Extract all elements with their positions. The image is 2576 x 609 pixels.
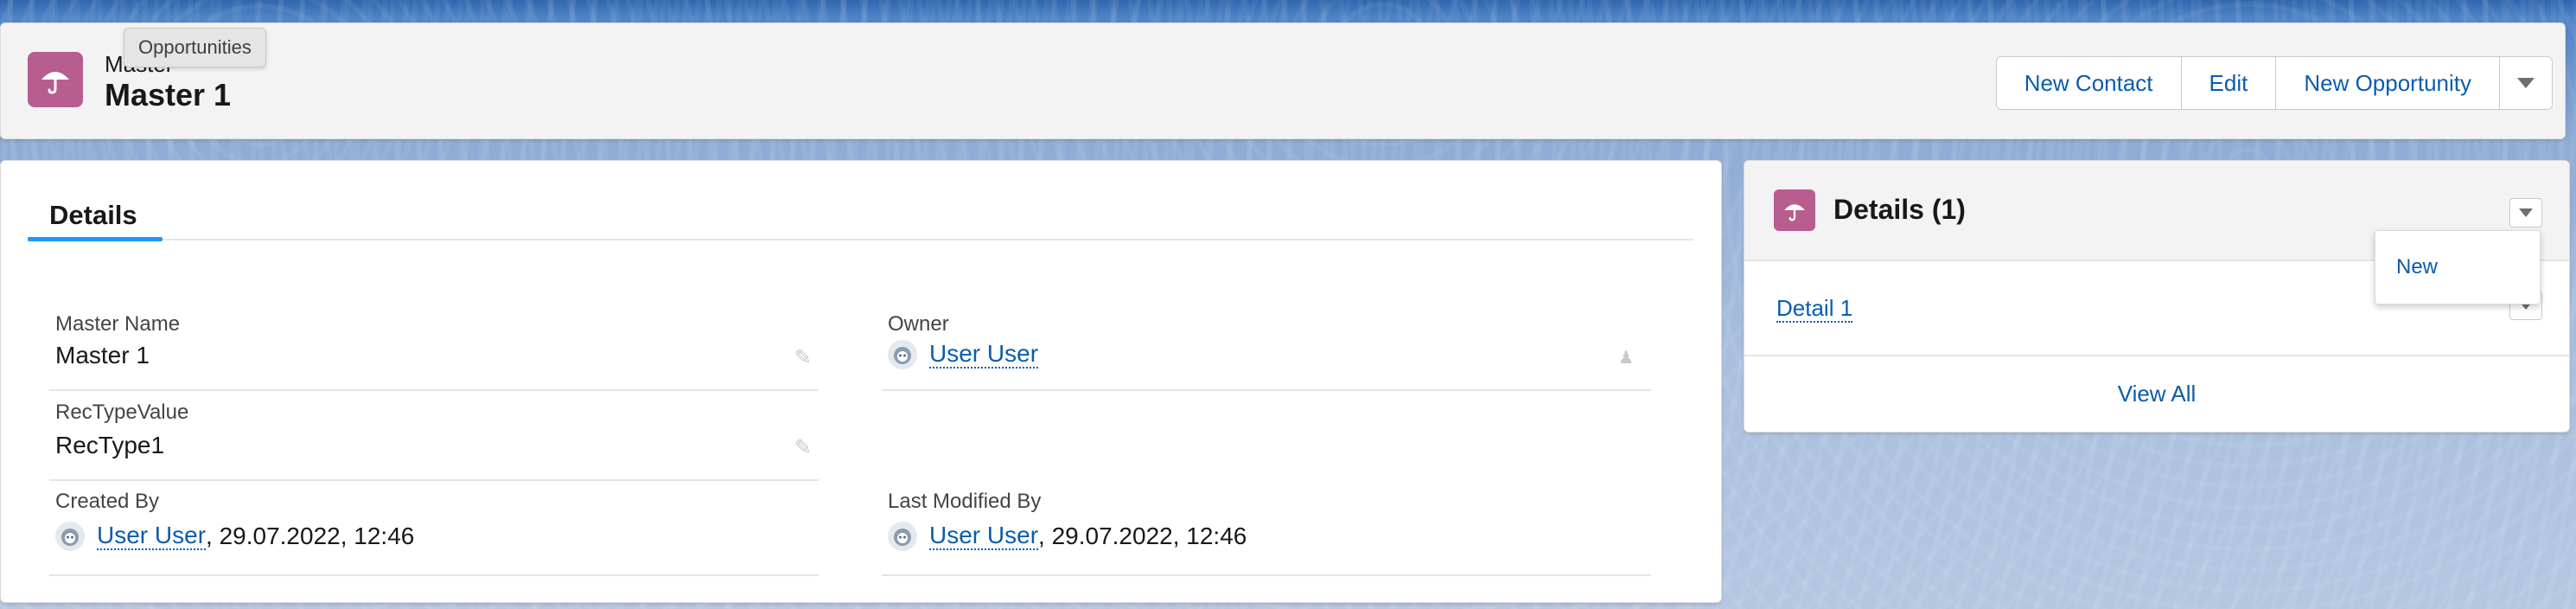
field-value: User User , 29.07.2022, 12:46 [888,522,1247,551]
tooltip: Opportunities [124,28,266,67]
tab-bar: Details [28,200,1693,241]
field-divider [49,389,819,391]
related-record-label[interactable]: Detail 1 [1776,295,1853,323]
field-divider [882,389,1651,391]
last-modified-user-link[interactable]: User User [929,522,1039,551]
user-avatar-icon [888,522,917,551]
edit-button[interactable]: Edit [2180,56,2277,110]
field-label: Owner [888,312,949,336]
field-label: Created By [55,490,160,513]
field-value: Master 1 [55,342,150,369]
active-tab-indicator [28,237,163,241]
related-record-link[interactable]: Detail 1 [1776,295,1853,323]
field-owner: Owner User User ♟ [859,302,1651,392]
pencil-icon[interactable]: ✎ [794,345,812,370]
field-divider [49,479,819,481]
action-button-group: New Contact Edit New Opportunity [1995,56,2553,110]
page-title: Master 1 [105,77,232,112]
new-opportunity-button[interactable]: New Opportunity [2275,56,2500,110]
umbrella-icon [1774,189,1815,231]
field-divider [49,574,819,576]
last-modified-date: , 29.07.2022, 12:46 [1038,522,1247,549]
field-value: User User [888,340,1039,369]
view-all-link[interactable]: View All [1744,381,2569,407]
related-list-menu-button[interactable] [2509,198,2542,228]
pencil-icon[interactable]: ✎ [794,435,812,460]
field-master-name: Master Name Master 1 ✎ [27,302,819,392]
field-rec-type: RecTypeValue RecType1 ✎ [27,392,819,482]
field-divider [882,574,1651,576]
related-list-dropdown: New [2375,230,2541,304]
field-label: RecTypeValue [55,401,189,424]
record-header: Master Master 1 New Contact Edit New Opp… [0,22,2566,139]
umbrella-icon [28,52,83,107]
related-list-title[interactable]: Details (1) [1833,194,1966,226]
user-avatar-icon [55,522,85,551]
field-label: Last Modified By [888,490,1042,513]
field-created-by: Created By User User , 29.07.2022, 12:46 [27,482,819,577]
change-owner-icon[interactable]: ♟ [1618,347,1634,369]
user-avatar-icon [888,340,917,369]
details-card: Details Master Name Master 1 ✎ Owner Use… [0,160,1722,603]
created-by-user-link[interactable]: User User [97,522,207,551]
chevron-down-icon [2517,78,2535,88]
field-label: Master Name [55,312,181,336]
field-value: RecType1 [55,432,165,458]
owner-link[interactable]: User User [929,340,1039,369]
related-list-divider [1744,355,2569,356]
chevron-down-icon [2519,208,2533,217]
new-contact-button[interactable]: New Contact [1995,56,2182,110]
field-last-modified-by: Last Modified By User User , 29.07.2022,… [859,482,1651,577]
more-actions-button[interactable] [2499,56,2553,110]
menu-item-new[interactable]: New [2396,255,2438,279]
created-date: , 29.07.2022, 12:46 [206,522,415,549]
tab-details[interactable]: Details [28,200,159,239]
field-value: User User , 29.07.2022, 12:46 [55,522,414,551]
